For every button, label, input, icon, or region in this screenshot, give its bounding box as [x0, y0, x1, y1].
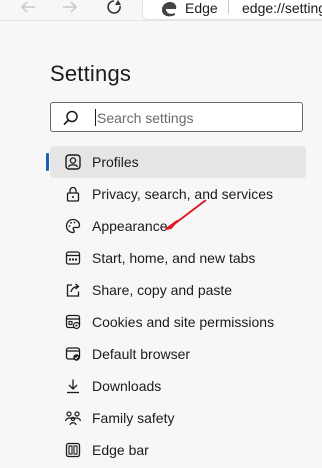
arrow-left-icon — [20, 1, 35, 13]
search-placeholder: Search settings — [97, 110, 194, 126]
back-button[interactable] — [18, 0, 42, 18]
sidebar-item-label: Appearance — [92, 218, 168, 234]
address-separator — [228, 0, 229, 14]
annotation-arrow-icon — [165, 199, 207, 230]
home-tabs-icon — [64, 249, 82, 267]
selected-indicator — [46, 153, 49, 171]
sidebar-item-start-home[interactable]: Start, home, and new tabs — [50, 242, 306, 274]
edge-bar-icon — [64, 441, 82, 459]
sidebar-item-label: Start, home, and new tabs — [92, 250, 256, 266]
sidebar-item-label: Cookies and site permissions — [92, 314, 275, 330]
sidebar-item-label: Default browser — [92, 346, 191, 362]
site-identity-label: Edge — [185, 0, 218, 16]
forward-button[interactable] — [60, 0, 84, 18]
family-icon — [64, 409, 82, 427]
sidebar-item-edge-bar[interactable]: Edge bar — [50, 434, 306, 466]
sidebar-item-cookies[interactable]: Cookies and site permissions — [50, 306, 306, 338]
sidebar-item-label: Family safety — [92, 410, 175, 426]
lock-icon — [64, 185, 82, 203]
sidebar-item-profiles[interactable]: Profiles — [46, 146, 306, 178]
sidebar-item-label: Edge bar — [92, 442, 149, 458]
edge-logo-icon — [162, 2, 177, 17]
sidebar-item-family-safety[interactable]: Family safety — [50, 402, 306, 434]
browser-icon — [64, 345, 82, 363]
profile-icon — [64, 153, 82, 171]
sidebar-item-downloads[interactable]: Downloads — [50, 370, 306, 402]
page-title: Settings — [50, 61, 132, 86]
arrow-right-icon — [63, 1, 78, 13]
palette-icon — [64, 217, 82, 235]
settings-nav: Profiles Privacy, search, and services A… — [46, 146, 306, 466]
search-input[interactable]: Search settings — [50, 102, 303, 132]
refresh-icon — [107, 0, 121, 14]
download-icon — [64, 377, 82, 395]
refresh-button[interactable] — [106, 0, 130, 18]
cookies-icon — [64, 313, 82, 331]
search-icon — [63, 110, 78, 126]
sidebar-item-label: Downloads — [92, 378, 162, 394]
sidebar-item-default-browser[interactable]: Default browser — [50, 338, 306, 370]
url-text[interactable]: edge://settings — [242, 0, 322, 16]
sidebar-item-label: Profiles — [92, 154, 139, 170]
share-icon — [64, 281, 82, 299]
text-cursor — [95, 109, 96, 126]
sidebar-item-label: Share, copy and paste — [92, 282, 233, 298]
sidebar-item-share[interactable]: Share, copy and paste — [50, 274, 306, 306]
browser-toolbar: Edge edge://settings — [0, 0, 322, 21]
